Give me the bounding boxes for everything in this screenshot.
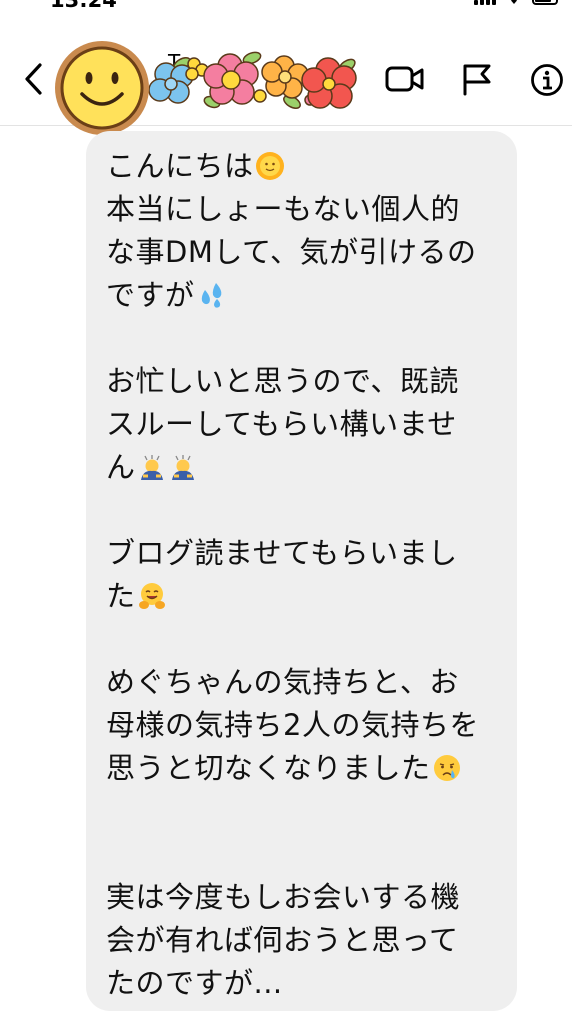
cellular-signal-icon [474,0,496,5]
crying-face-emoji-icon [433,755,460,781]
message-line: めぐちゃんの気持ちと、お [106,665,459,699]
chat-header: T 7 [0,30,572,135]
avatar-sticker-icon[interactable] [52,38,152,138]
message-line: ん [106,446,499,489]
flower-sticker-icon [148,51,357,109]
bowing-person-emoji-icon [171,455,194,480]
message-line: 思うと切なくなりました [106,747,499,790]
video-call-icon[interactable] [385,64,425,94]
message-line: スルーしてもらい構いませ [106,407,457,441]
message-line: な事DMして、気が引けるの [106,235,477,269]
message-line: たのですが... [106,966,283,1000]
status-bar: 13:24 [0,0,572,16]
message-line: こんにちは [106,145,499,188]
message-line: 実は今度もしお会いする機 [106,880,461,914]
message-line: ブログ読ませてもらいまし [106,536,458,570]
back-icon[interactable] [20,61,48,97]
status-icons [474,0,558,5]
sweat-droplets-emoji-icon [201,283,221,308]
sun-face-emoji-icon [255,152,284,180]
message-line: 本当にしょーもない個人的 [106,192,461,226]
message-line: ですが [106,274,499,317]
message-line: 母様の気持ち2人の気持ちを [106,708,479,742]
wifi-icon [511,0,517,4]
message-line: お忙しいと思うので、既読 [106,364,459,398]
flag-icon[interactable] [460,62,494,96]
message-line: た [106,575,499,618]
status-time: 13:24 [50,0,117,12]
hugging-face-emoji-icon [138,583,165,609]
info-icon[interactable] [530,63,564,97]
battery-icon [532,0,558,5]
message-line: 会が有れば伺おうと思って [106,923,459,957]
bowing-person-emoji-icon [140,455,163,480]
message-bubble[interactable]: こんにちは 本当にしょーもない個人的 な事DMして、気が引けるの ですが お忙し… [86,131,517,1011]
